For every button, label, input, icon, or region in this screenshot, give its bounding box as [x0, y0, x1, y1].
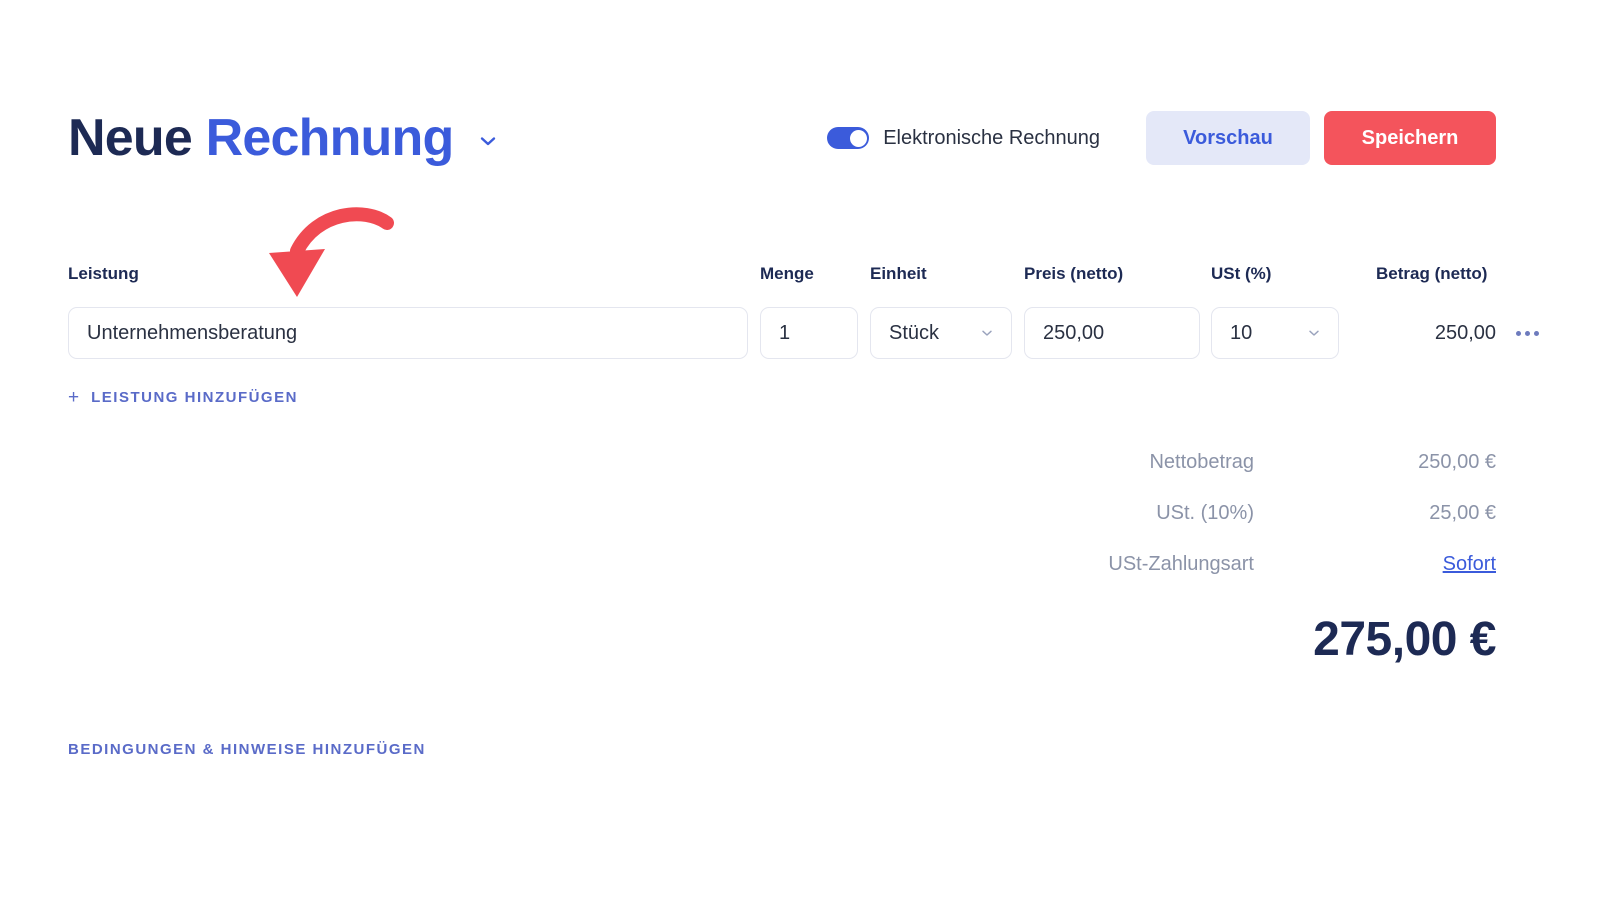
- plus-icon: +: [68, 387, 80, 408]
- column-header-price: Preis (netto): [1024, 264, 1124, 283]
- page-title-part1: Neue: [68, 109, 193, 167]
- chevron-down-icon[interactable]: [475, 128, 501, 154]
- totals-row-vat: USt. (10%) 25,00 €: [900, 496, 1496, 530]
- ellipsis-dot: [1525, 330, 1530, 336]
- electronic-invoice-label: Elektronische Rechnung: [883, 126, 1100, 149]
- ellipsis-horizontal-icon[interactable]: [1516, 307, 1539, 359]
- column-header-vat: USt (%): [1211, 264, 1272, 283]
- column-header-description: Leistung: [68, 264, 139, 283]
- grand-total-amount: 275,00 €: [1313, 613, 1496, 666]
- totals-value-vat: 25,00 €: [1429, 501, 1496, 524]
- column-header-amount: Betrag (netto): [1376, 264, 1488, 283]
- vat-select[interactable]: 10: [1211, 307, 1339, 359]
- invoice-editor-page: Neue Rechnung Elektronische Rechnung Vor…: [0, 0, 1600, 900]
- totals-row-vat-payment-type: USt-Zahlungsart Sofort: [900, 547, 1496, 581]
- chevron-down-icon: [1306, 325, 1322, 341]
- unit-select[interactable]: Stück: [870, 307, 1012, 359]
- totals-row-net: Nettobetrag 250,00 €: [900, 445, 1496, 479]
- totals-label-vat: USt. (10%): [1156, 501, 1254, 524]
- electronic-invoice-toggle[interactable]: [827, 127, 870, 149]
- line-items-header-row: Leistung Menge Einheit Preis (netto) USt…: [68, 264, 1496, 296]
- price-input[interactable]: [1024, 307, 1200, 359]
- page-title-part2: Rechnung: [205, 109, 455, 167]
- totals-value-net: 250,00 €: [1418, 450, 1496, 473]
- add-terms-and-notes-button[interactable]: BEDINGUNGEN & HINWEISE HINZUFÜGEN: [68, 741, 426, 758]
- totals-section: Nettobetrag 250,00 € USt. (10%) 25,00 € …: [900, 445, 1496, 598]
- totals-label-vat-payment-type: USt-Zahlungsart: [1108, 552, 1254, 575]
- electronic-invoice-toggle-group: Elektronische Rechnung: [827, 127, 1100, 150]
- table-row: Stück 10 250,00: [68, 307, 1539, 359]
- preview-button[interactable]: Vorschau: [1146, 111, 1310, 165]
- column-header-quantity: Menge: [760, 264, 814, 283]
- ellipsis-dot: [1516, 330, 1521, 336]
- page-title: Neue Rechnung: [68, 109, 455, 167]
- totals-label-net: Nettobetrag: [1149, 450, 1254, 473]
- vat-payment-type-link[interactable]: Sofort: [1254, 553, 1496, 576]
- chevron-down-icon: [979, 325, 995, 341]
- header-actions: Elektronische Rechnung Vorschau Speicher…: [827, 100, 1496, 176]
- page-header: Neue Rechnung Elektronische Rechnung Vor…: [68, 100, 1496, 176]
- ellipsis-dot: [1534, 330, 1539, 336]
- add-line-item-label: LEISTUNG HINZUFÜGEN: [91, 389, 298, 406]
- page-title-block: Neue Rechnung: [68, 100, 501, 176]
- unit-select-value: Stück: [889, 321, 940, 344]
- save-button[interactable]: Speichern: [1324, 111, 1496, 165]
- description-input[interactable]: [68, 307, 748, 359]
- quantity-input[interactable]: [760, 307, 858, 359]
- vat-select-value: 10: [1230, 321, 1253, 344]
- line-items-table: Leistung Menge Einheit Preis (netto) USt…: [68, 264, 1539, 359]
- column-header-unit: Einheit: [870, 264, 927, 283]
- row-amount-value: 250,00: [1434, 321, 1496, 344]
- add-line-item-button[interactable]: + LEISTUNG HINZUFÜGEN: [68, 388, 298, 407]
